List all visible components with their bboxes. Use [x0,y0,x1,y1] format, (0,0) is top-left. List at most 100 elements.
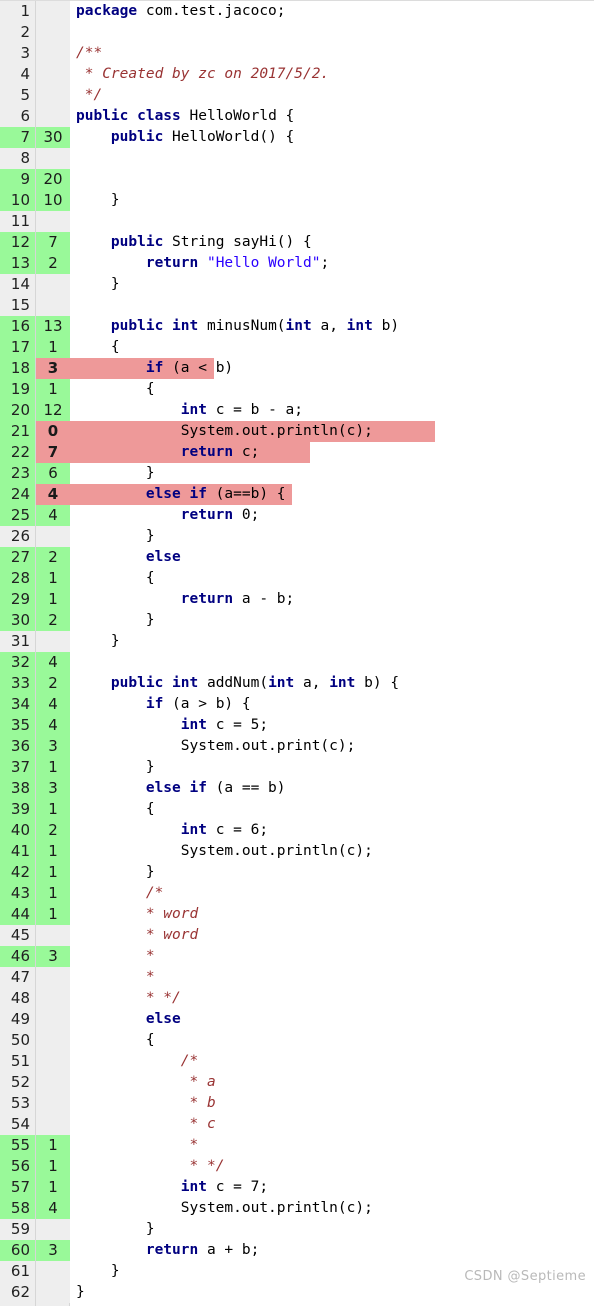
source-line: 40 2 int c = 6; [0,820,594,841]
code-token: com.test.jacoco; [137,3,286,19]
source-line: 13 2 return "Hello World"; [0,253,594,274]
hit-count: 4 [36,505,70,526]
line-number: 61 [0,1261,35,1282]
source-line: 47 * [0,967,594,988]
hit-count: 1 [36,1156,70,1177]
source-line: 48 * */ [0,988,594,1009]
source-line: 35 4 int c = 5; [0,715,594,736]
code-token: ; [320,255,330,271]
code-token: if [145,696,164,712]
source-line: 37 1 } [0,757,594,778]
code-text: * word [72,904,198,925]
line-number: 6 [0,106,35,127]
code-token: * word [145,927,199,943]
code-token: * */ [189,1158,225,1174]
line-number: 55 [0,1135,35,1156]
code-token: "Hello World" [206,255,321,271]
code-text: return a - b; [72,589,295,610]
code-text: return "Hello World"; [72,253,329,274]
code-token: else if [145,780,207,796]
source-line: 53 * b [0,1093,594,1114]
code-token: * [145,969,155,985]
hit-count: 1 [36,841,70,862]
code-token: int [268,675,295,691]
code-token: a, [311,318,347,334]
code-text: System.out.println(c); [72,421,373,442]
line-number: 11 [0,211,35,232]
line-number: 14 [0,274,35,295]
code-text: } [72,463,155,484]
hit-count: 20 [36,169,70,190]
code-token: a, [294,675,330,691]
hit-count: 2 [36,610,70,631]
code-token: { [76,570,155,586]
hit-count [36,1051,70,1072]
code-text: * */ [72,988,181,1009]
hit-count: 0 [36,421,70,442]
source-line: 8 [0,148,594,169]
code-text: */ [72,85,102,106]
code-text: * Created by zc on 2017/5/2. [72,64,329,85]
hit-count: 10 [36,190,70,211]
gutter-column-divider [35,1,36,1306]
hit-count: 4 [36,652,70,673]
code-text: int c = b - a; [72,400,303,421]
source-line: 50 { [0,1030,594,1051]
code-token: public class [76,108,181,124]
line-number: 60 [0,1240,35,1261]
code-text: } [72,610,155,631]
code-text: return 0; [72,505,260,526]
code-token: * b [189,1095,216,1111]
hit-count: 1 [36,1135,70,1156]
code-text: if (a > b) { [72,694,251,715]
code-token: c; [233,444,260,460]
line-number: 47 [0,967,35,988]
code-token: } [76,1221,155,1237]
code-token: minusNum( [198,318,286,334]
code-text: } [72,757,155,778]
line-number: 58 [0,1198,35,1219]
code-text: int c = 7; [72,1177,268,1198]
source-line: 46 3 * [0,946,594,967]
hit-count: 3 [36,946,70,967]
code-token: } [76,864,155,880]
code-token: { [76,381,155,397]
line-number: 21 [0,421,35,442]
line-number: 37 [0,757,35,778]
code-text: * word [72,925,198,946]
code-token: return [145,1242,199,1258]
hit-count: 1 [36,904,70,925]
code-text: return c; [72,442,260,463]
source-line: 10 10 } [0,190,594,211]
hit-count [36,1072,70,1093]
source-line: 60 3 return a + b; [0,1240,594,1261]
code-token: (a > b) { [163,696,251,712]
code-text: * [72,946,155,967]
source-line: 44 1 * word [0,904,594,925]
code-token: String sayHi() { [163,234,312,250]
source-line: 51 /* [0,1051,594,1072]
source-line: 19 1 { [0,379,594,400]
line-number: 41 [0,841,35,862]
line-number: 15 [0,295,35,316]
hit-count: 1 [36,883,70,904]
line-number: 45 [0,925,35,946]
hit-count: 12 [36,400,70,421]
code-token: HelloWorld() { [163,129,295,145]
code-token: 0; [233,507,260,523]
code-token: int [285,318,312,334]
code-token: System.out.println(c); [76,1200,373,1216]
line-number: 43 [0,883,35,904]
line-number: 38 [0,778,35,799]
